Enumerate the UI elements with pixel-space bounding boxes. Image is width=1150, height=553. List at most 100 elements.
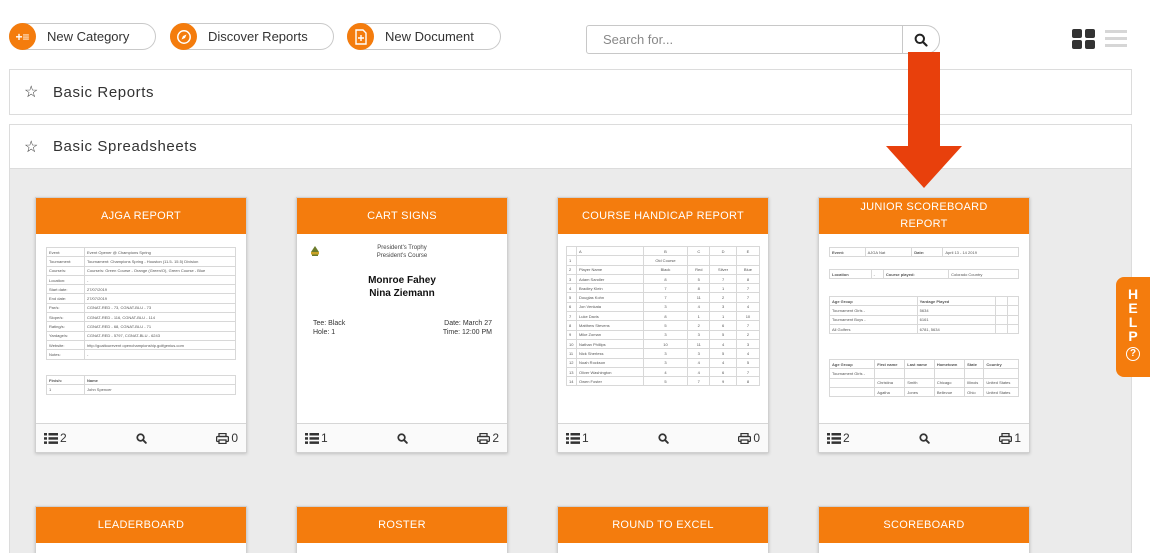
search-input[interactable]: [587, 26, 903, 53]
list-view-icon[interactable]: [1105, 30, 1127, 48]
table-cell: 2: [735, 329, 761, 340]
table-cell: 8: [735, 273, 761, 285]
fields-count[interactable]: 1: [305, 431, 328, 445]
new-category-button[interactable]: +≡ New Category: [9, 23, 156, 50]
list-icon: [305, 432, 319, 444]
table-cell: 9: [709, 376, 737, 387]
table-row: ABCDE: [566, 245, 761, 257]
table-cell: Location:: [46, 274, 85, 286]
card-footer: 1 2: [297, 424, 507, 452]
table-cell: Agatha: [874, 386, 906, 398]
report-card-cart-signs[interactable]: CART SIGNS President's Trophy President'…: [296, 197, 508, 453]
table-cell: 3: [642, 329, 689, 340]
table-cell: 8: [642, 273, 689, 285]
section-title: Basic Reports: [52, 83, 155, 101]
table-cell: 3: [642, 348, 689, 359]
table-cell: State: [964, 358, 985, 370]
table-cell: 1: [709, 311, 737, 322]
card-title: ROSTER: [297, 507, 507, 543]
search-button[interactable]: [902, 26, 939, 53]
preview-spreadsheet: A B C D E 1 Old Course 2 Player Name Black Red Silv…: [566, 245, 761, 387]
table-row: 1 Old Course: [566, 255, 761, 266]
search-icon: [397, 432, 408, 444]
grid-view-icon[interactable]: [1072, 29, 1095, 49]
report-card-leaderboard[interactable]: LEADERBOARD: [35, 506, 247, 553]
table-cell: 2: [687, 320, 711, 331]
table-cell: Yardage/s:: [46, 330, 85, 341]
star-icon[interactable]: ☆: [24, 137, 39, 157]
table-row: Tournament Girls -: [828, 368, 1019, 379]
preview-button[interactable]: [136, 432, 147, 444]
table-cell: Website:: [46, 339, 85, 351]
table-cell: 7: [687, 376, 711, 387]
fields-count[interactable]: 1: [566, 431, 589, 445]
help-tab[interactable]: H E L P ?: [1116, 277, 1150, 377]
card-footer: 2 1: [819, 424, 1029, 452]
report-card-course-handicap[interactable]: COURSE HANDICAP REPORT A B C D E 1 Old Course 2…: [557, 197, 769, 453]
table-cell: 3: [687, 329, 711, 340]
section-header-basic-spreadsheets[interactable]: ☆ Basic Spreadsheets: [10, 125, 1131, 169]
table-cell: Old Course: [642, 255, 689, 266]
report-card-junior-scoreboard[interactable]: JUNIOR SCOREBOARD REPORT Event: AJGA Nat D…: [818, 197, 1030, 453]
table-cell: 6: [709, 366, 737, 378]
table-cell: 8: [642, 311, 689, 322]
report-card-ajga[interactable]: AJGA REPORT Event: Event Opener @ Champio…: [35, 197, 247, 453]
table-row: Christina Smith Chicago Illinois United Stat…: [828, 377, 1019, 388]
fields-count[interactable]: 2: [827, 431, 850, 445]
section-header-basic-reports[interactable]: ☆ Basic Reports: [10, 70, 1131, 114]
report-card-roster[interactable]: ROSTER: [296, 506, 508, 553]
new-document-button[interactable]: New Document: [347, 23, 501, 50]
table-cell: Black: [642, 264, 689, 275]
table-cell: 14: [566, 376, 577, 387]
table-cell: 3: [642, 301, 689, 313]
table-cell: 11: [687, 338, 711, 350]
card-preview: [36, 543, 246, 553]
table-cell: Finish:: [46, 374, 85, 386]
table-cell: 7: [735, 366, 761, 378]
table-row: 6 Jon Venkata 3 4 3 4: [566, 301, 761, 313]
table-cell: [964, 368, 985, 379]
table-cell: Event:: [46, 246, 85, 258]
discover-reports-button[interactable]: Discover Reports: [170, 23, 334, 50]
table-cell: United States: [983, 386, 1019, 398]
table-cell: CGNAT-RED - 116, CGNAT-BLU - 114: [84, 312, 236, 323]
table-cell: 12: [566, 357, 577, 368]
print-count[interactable]: 0: [738, 431, 760, 445]
table-cell: -: [84, 274, 236, 286]
table-cell: 9: [566, 329, 577, 340]
printer-icon: [999, 432, 1013, 444]
table-row: 3 Adam Sandler 8 5 7 8: [566, 273, 761, 285]
table-cell: 1: [687, 311, 711, 322]
search-icon: [136, 432, 147, 444]
print-count[interactable]: 0: [216, 431, 238, 445]
preview-button[interactable]: [397, 432, 408, 444]
card-title: SCOREBOARD: [819, 507, 1029, 543]
fields-count[interactable]: 2: [44, 431, 67, 445]
table-cell: 5: [687, 273, 711, 285]
table-cell: 8: [687, 283, 711, 294]
table-cell: [709, 255, 737, 266]
table-row: 5 Douglas Kohn 7 11 2 7: [566, 292, 761, 303]
report-card-scoreboard[interactable]: SCOREBOARD: [818, 506, 1030, 553]
preview-table: Age Group Yardage Played Tournament Girls…: [829, 295, 1020, 335]
list-icon: [566, 432, 580, 444]
new-document-icon: [347, 23, 374, 50]
table-cell: 3: [566, 273, 577, 285]
star-icon[interactable]: ☆: [24, 82, 39, 102]
table-row: Course/s: Course/s: Green Course - Orange…: [46, 265, 236, 276]
table-row: 11 Nick Sherless 3 3 5 4: [566, 348, 761, 359]
print-count[interactable]: 1: [999, 431, 1021, 445]
preview-button[interactable]: [919, 432, 930, 444]
table-cell: 4: [687, 357, 711, 368]
print-count[interactable]: 2: [477, 431, 499, 445]
table-cell: 6: [566, 301, 577, 313]
preview-table: Event: Event Opener @ Champions Spring Tou…: [46, 246, 236, 360]
preview-table: Location - Course played: Colorado Country: [829, 268, 1019, 280]
preview-button[interactable]: [658, 432, 669, 444]
report-card-round-to-excel[interactable]: ROUND TO EXCEL: [557, 506, 769, 553]
table-row: 14 Owen Foster 5 7 9 8: [566, 376, 761, 387]
card-title: LEADERBOARD: [36, 507, 246, 543]
table-cell: Tournament Girls -: [828, 368, 876, 379]
card-preview: President's Trophy President's Course Mo…: [297, 234, 507, 424]
table-row: Agatha Jones Bellevue Ohio United States: [828, 386, 1019, 398]
